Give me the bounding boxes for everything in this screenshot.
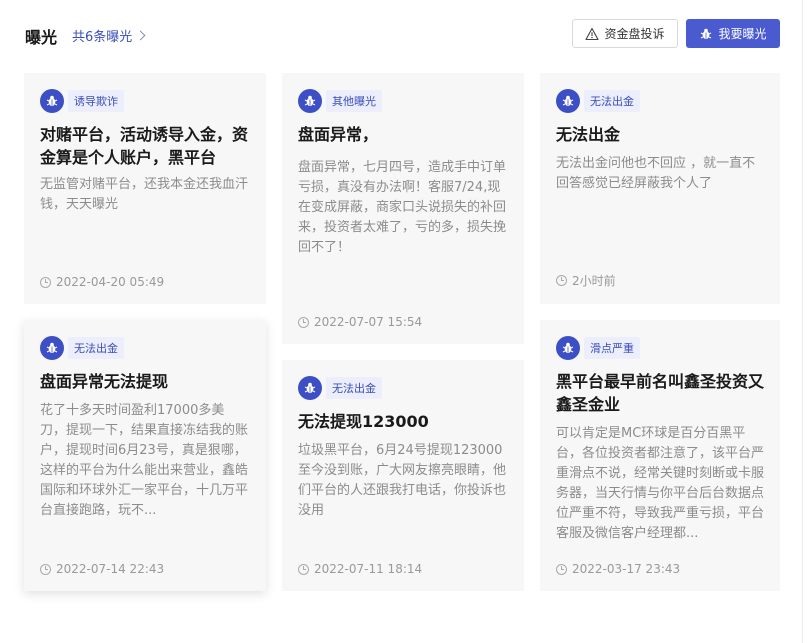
card-body: 盘面异常，七月四号，造成手中订单亏损，真没有办法啊！客服7/24,现在变成屏蔽，… <box>298 160 507 255</box>
bug-icon <box>298 376 322 400</box>
card-tag: 无法出金 <box>40 336 250 360</box>
card-tag: 无法出金 <box>298 376 508 400</box>
exposure-card[interactable]: 无法出金 无法出金 无法出金问他也不回应 ，就一直不回答感觉已经屏蔽我个人了 2… <box>540 73 780 304</box>
exposure-card[interactable]: 滑点严重 黑平台最早前名叫鑫圣投资又鑫圣金业 可以肯定是MC环球是百分百黑平台，… <box>540 320 780 591</box>
card-time-label: 2022-04-20 05:49 <box>56 275 165 289</box>
page-header: 曝光 共6条曝光 资金盘投诉 我要曝光 <box>0 0 807 70</box>
card-time-label: 2022-03-17 23:43 <box>572 562 681 576</box>
tag-label: 无法出金 <box>68 337 124 359</box>
card-time-label: 2小时前 <box>572 274 616 288</box>
card-tag: 其他曝光 <box>298 89 508 113</box>
card-tag: 滑点严重 <box>556 336 764 360</box>
warning-icon <box>585 27 600 40</box>
tag-label: 无法出金 <box>326 377 382 399</box>
expose-button[interactable]: 我要曝光 <box>686 19 780 48</box>
card-tag: 无法出金 <box>556 89 764 113</box>
exposure-card[interactable]: 无法出金 无法提现123000 垃圾黑平台，6月24号提现123000至今没到账… <box>282 360 524 591</box>
card-title: 无法提现123000 <box>298 412 429 431</box>
card-timestamp: 2022-07-11 18:14 <box>298 562 422 576</box>
bug-icon <box>298 89 322 113</box>
exposure-count-link[interactable]: 共6条曝光 <box>72 26 146 45</box>
scrollbar-track[interactable] <box>802 0 803 643</box>
card-body: 无法出金问他也不回应 ，就一直不回答感觉已经屏蔽我个人了 <box>556 156 756 191</box>
card-timestamp: 2022-04-20 05:49 <box>40 275 164 289</box>
exposure-card[interactable]: 无法出金 盘面异常无法提现 花了十多天时间盈利17000多美刀，提现一下，结果直… <box>24 320 266 591</box>
card-tag: 诱导欺诈 <box>40 89 250 113</box>
exposure-card[interactable]: 诱导欺诈 对赌平台，活动诱导入金，资金算是个人账户，黑平台无... 无监管对赌平… <box>24 73 266 304</box>
card-title: 对赌平台，活动诱导入金，资金算是个人账户，黑平台无... <box>40 125 249 167</box>
tag-label: 诱导欺诈 <box>68 90 124 112</box>
exposure-count-label: 共6条曝光 <box>72 30 133 45</box>
page-title: 曝光 <box>25 28 58 47</box>
exposure-card[interactable]: 其他曝光 盘面异常， 盘面异常，七月四号，造成手中订单亏损，真没有办法啊！客服7… <box>282 73 524 344</box>
card-body: 垃圾黑平台，6月24号提现123000至今没到账，广大网友擦亮眼睛，他们平台的人… <box>298 443 507 518</box>
clock-icon <box>298 316 309 328</box>
bug-icon <box>40 336 64 360</box>
card-timestamp: 2022-07-14 22:43 <box>40 562 164 576</box>
card-title: 黑平台最早前名叫鑫圣投资又鑫圣金业 <box>556 372 764 414</box>
bug-icon <box>556 89 580 113</box>
clock-icon <box>556 563 567 575</box>
card-timestamp: 2022-03-17 23:43 <box>556 562 680 576</box>
card-title: 盘面异常， <box>298 125 379 144</box>
card-time-label: 2022-07-11 18:14 <box>314 562 423 576</box>
complain-button[interactable]: 资金盘投诉 <box>572 19 678 48</box>
card-body: 花了十多天时间盈利17000多美刀，提现一下，结果直接冻结我的账户，提现时间6月… <box>40 403 249 518</box>
card-timestamp: 2小时前 <box>556 272 616 289</box>
bug-icon <box>701 28 712 39</box>
card-body: 可以肯定是MC环球是百分百黑平台，各位投资者都注意了，该平台严重滑点不说，经常关… <box>556 426 764 541</box>
clock-icon <box>298 563 309 575</box>
card-timestamp: 2022-07-07 15:54 <box>298 315 422 329</box>
tag-label: 滑点严重 <box>584 337 640 359</box>
clock-icon <box>40 563 51 575</box>
card-time-label: 2022-07-07 15:54 <box>314 315 423 329</box>
clock-icon <box>556 275 567 286</box>
card-title: 无法出金 <box>556 125 621 144</box>
card-title: 盘面异常无法提现 <box>40 372 169 391</box>
expose-button-label: 我要曝光 <box>718 27 767 41</box>
card-body: 无监管对赌平台，还我本金还我血汗钱，天天曝光 <box>40 177 249 212</box>
chevron-right-icon <box>135 30 146 41</box>
clock-icon <box>40 276 51 288</box>
tag-label: 无法出金 <box>584 90 640 112</box>
bug-icon <box>40 89 64 113</box>
bug-icon <box>556 336 580 360</box>
complain-button-label: 资金盘投诉 <box>604 27 665 41</box>
card-time-label: 2022-07-14 22:43 <box>56 562 165 576</box>
tag-label: 其他曝光 <box>326 90 382 112</box>
